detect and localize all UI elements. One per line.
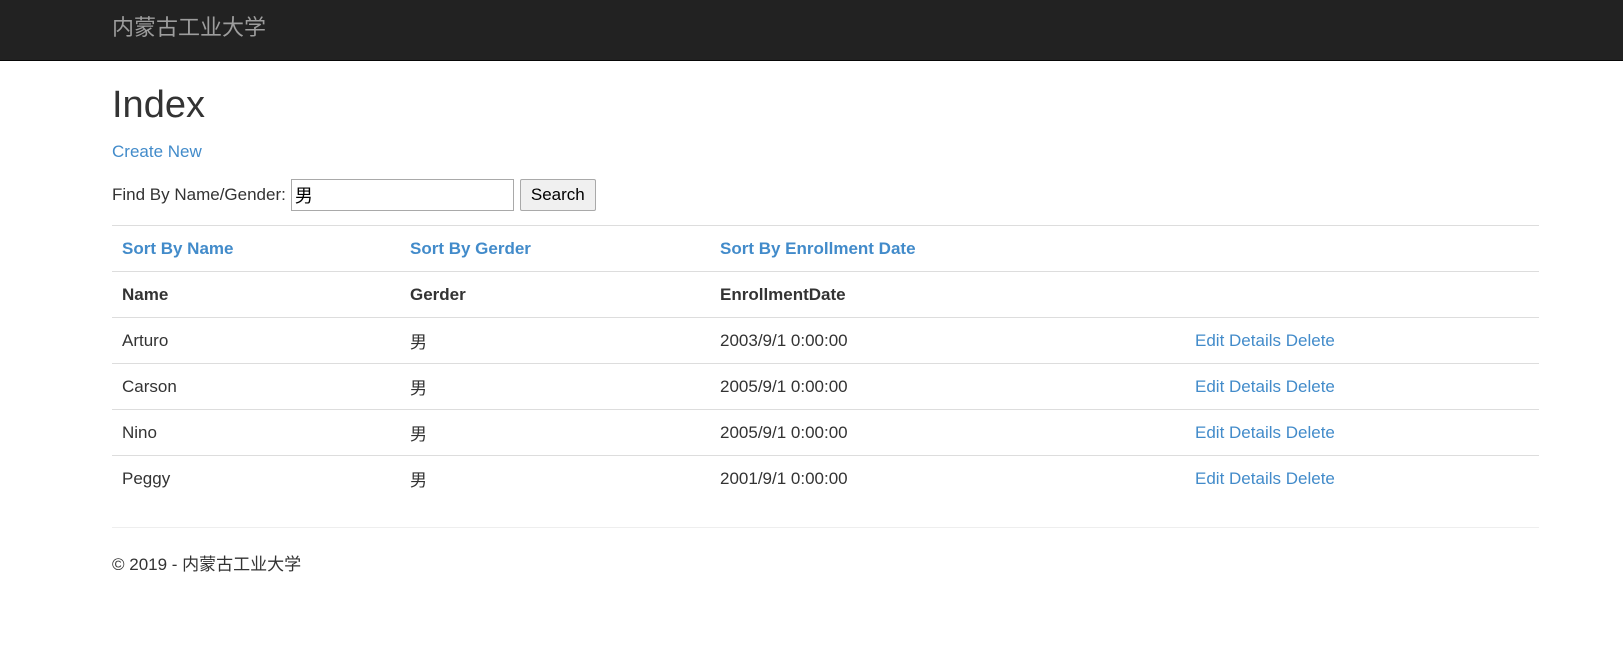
details-link[interactable]: Details — [1229, 331, 1281, 350]
cell-name: Carson — [112, 363, 400, 410]
delete-link[interactable]: Delete — [1286, 469, 1335, 488]
edit-link[interactable]: Edit — [1195, 469, 1224, 488]
delete-link[interactable]: Delete — [1286, 331, 1335, 350]
cell-name: Nino — [112, 409, 400, 456]
main-container: Index Create New Find By Name/Gender: Se… — [112, 61, 1539, 577]
sort-cell-gender: Sort By Gerder — [400, 225, 710, 272]
edit-link[interactable]: Edit — [1195, 423, 1224, 442]
header-row: Name Gerder EnrollmentDate — [112, 271, 1539, 318]
search-label: Find By Name/Gender: — [112, 185, 286, 204]
details-link[interactable]: Details — [1229, 377, 1281, 396]
header-date: EnrollmentDate — [710, 271, 1185, 318]
footer-text: © 2019 - 内蒙古工业大学 — [112, 554, 302, 574]
sort-by-gender-link[interactable]: Sort By Gerder — [410, 239, 531, 258]
cell-name: Peggy — [112, 455, 400, 502]
table-row: Arturo 男 2003/9/1 0:00:00 Edit Details D… — [112, 317, 1539, 364]
sort-cell-empty — [1185, 225, 1539, 272]
details-link[interactable]: Details — [1229, 423, 1281, 442]
edit-link[interactable]: Edit — [1195, 331, 1224, 350]
footer: © 2019 - 内蒙古工业大学 — [112, 553, 1539, 577]
cell-name: Arturo — [112, 317, 400, 364]
cell-date: 2005/9/1 0:00:00 — [710, 409, 1185, 456]
navbar: 内蒙古工业大学 — [0, 0, 1623, 61]
table-row: Nino 男 2005/9/1 0:00:00 Edit Details Del… — [112, 409, 1539, 456]
navbar-brand[interactable]: 内蒙古工业大学 — [112, 14, 266, 42]
cell-actions: Edit Details Delete — [1185, 363, 1539, 410]
search-button[interactable]: Search — [519, 179, 596, 211]
sort-by-name-link[interactable]: Sort By Name — [122, 239, 233, 258]
footer-divider — [112, 526, 1539, 528]
create-new-link[interactable]: Create New — [112, 140, 202, 164]
cell-date: 2005/9/1 0:00:00 — [710, 363, 1185, 410]
cell-date: 2003/9/1 0:00:00 — [710, 317, 1185, 364]
details-link[interactable]: Details — [1229, 469, 1281, 488]
search-form: Find By Name/Gender: Search — [112, 179, 1539, 211]
delete-link[interactable]: Delete — [1286, 377, 1335, 396]
page-title: Index — [112, 84, 205, 126]
cell-gender: 男 — [400, 363, 710, 410]
table-row: Peggy 男 2001/9/1 0:00:00 Edit Details De… — [112, 455, 1539, 502]
cell-actions: Edit Details Delete — [1185, 455, 1539, 502]
cell-gender: 男 — [400, 409, 710, 456]
cell-actions: Edit Details Delete — [1185, 317, 1539, 364]
students-table: Sort By Name Sort By Gerder Sort By Enro… — [112, 225, 1539, 502]
sort-cell-date: Sort By Enrollment Date — [710, 225, 1185, 272]
sort-row: Sort By Name Sort By Gerder Sort By Enro… — [112, 225, 1539, 272]
delete-link[interactable]: Delete — [1286, 423, 1335, 442]
sort-cell-name: Sort By Name — [112, 225, 400, 272]
cell-actions: Edit Details Delete — [1185, 409, 1539, 456]
header-name: Name — [112, 271, 400, 318]
sort-by-date-link[interactable]: Sort By Enrollment Date — [720, 239, 916, 258]
edit-link[interactable]: Edit — [1195, 377, 1224, 396]
table-row: Carson 男 2005/9/1 0:00:00 Edit Details D… — [112, 363, 1539, 410]
header-actions — [1185, 271, 1539, 318]
cell-date: 2001/9/1 0:00:00 — [710, 455, 1185, 502]
cell-gender: 男 — [400, 317, 710, 364]
cell-gender: 男 — [400, 455, 710, 502]
search-input[interactable] — [290, 179, 514, 211]
header-gender: Gerder — [400, 271, 710, 318]
